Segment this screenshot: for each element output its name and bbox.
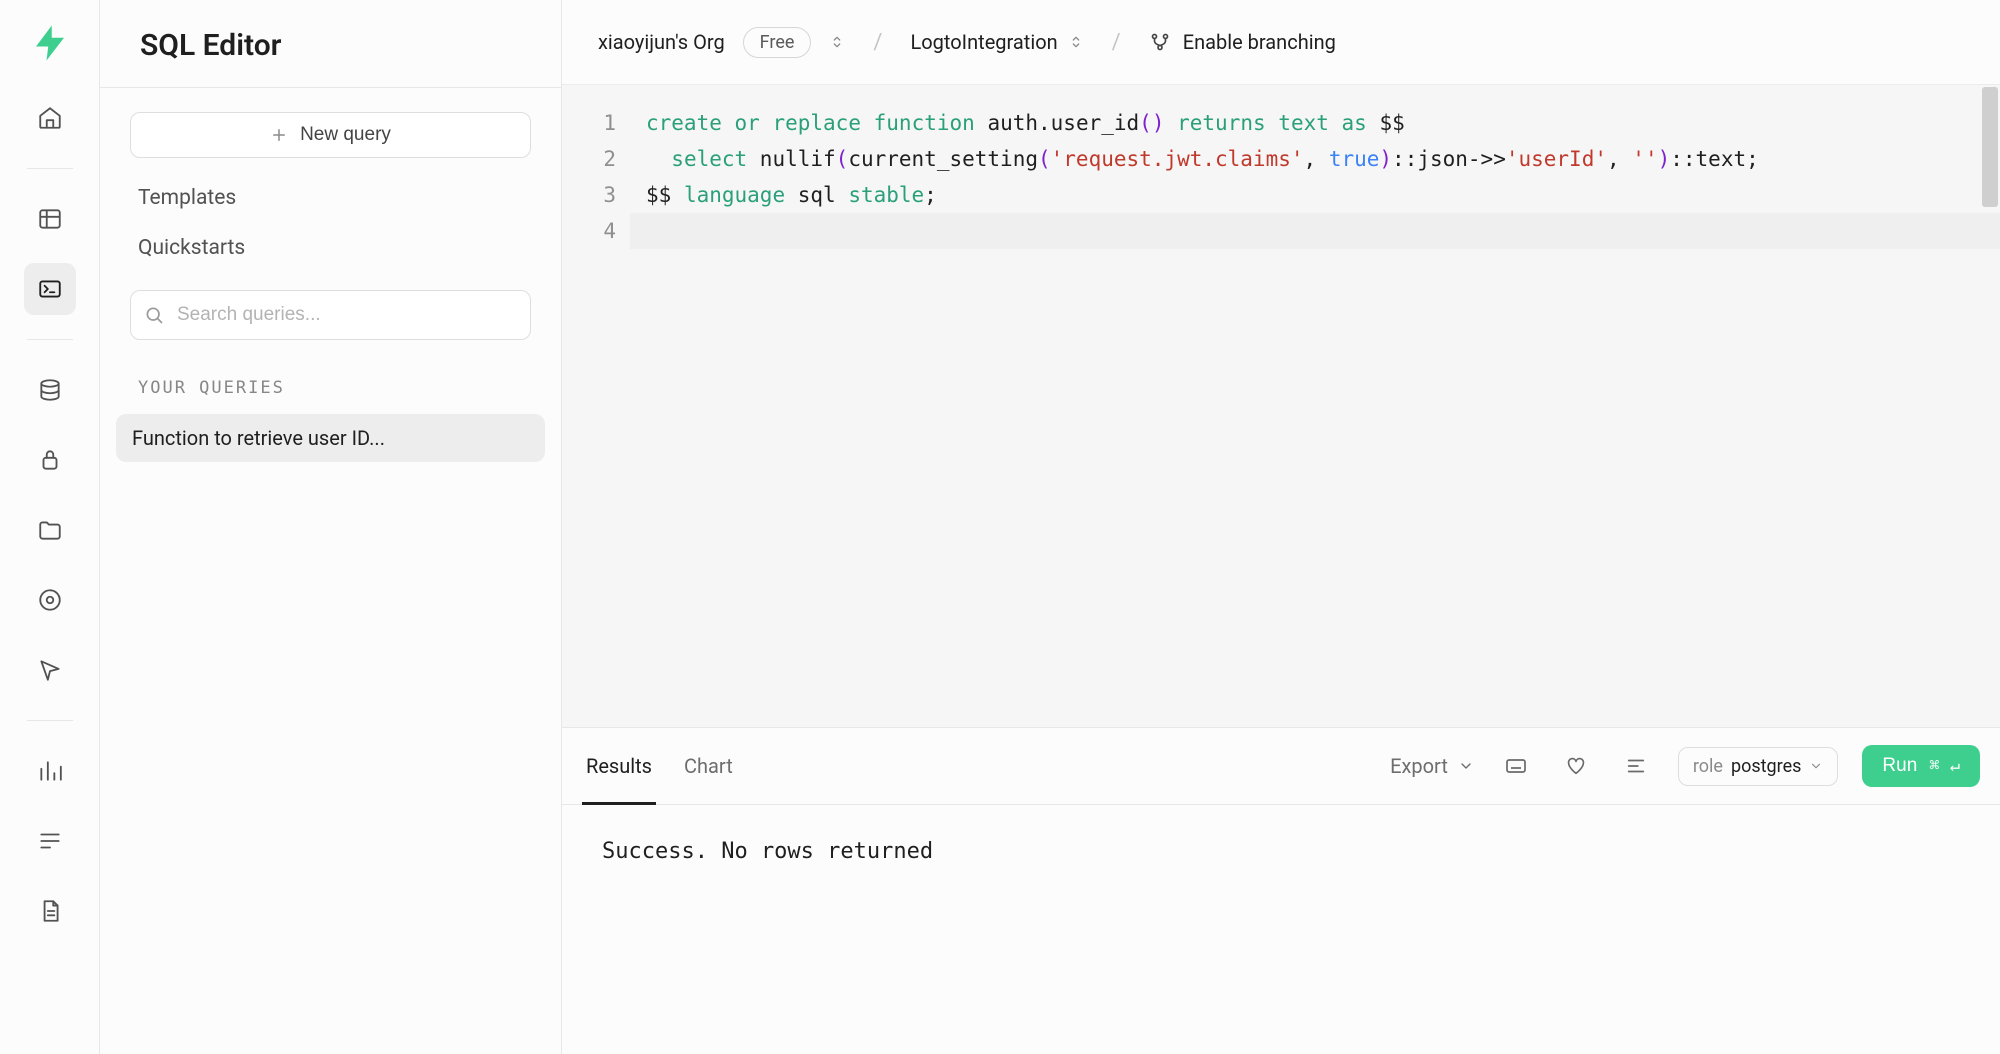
icon-rail: [0, 0, 100, 1054]
chevron-down-icon: [1809, 759, 1823, 773]
branching-label: Enable branching: [1183, 30, 1336, 54]
topbar: xiaoyijun's Org Free / LogtoIntegration …: [562, 0, 2000, 84]
new-query-button[interactable]: New query: [130, 112, 531, 158]
search-queries-input[interactable]: [130, 290, 531, 340]
tab-chart[interactable]: Chart: [680, 728, 737, 804]
run-button[interactable]: Run ⌘ ↵: [1862, 745, 1980, 787]
org-selector[interactable]: xiaoyijun's Org: [598, 30, 725, 54]
nav-realtime[interactable]: [24, 644, 76, 696]
run-kbd-hint: ⌘ ↵: [1929, 756, 1960, 776]
nav-api-docs[interactable]: [24, 885, 76, 937]
nav-sql-editor[interactable]: [24, 263, 76, 315]
code-line: select nullif(current_setting('request.j…: [646, 141, 1976, 177]
saved-query-item[interactable]: Function to retrieve user ID...: [116, 414, 545, 462]
project-selector-chevron-icon: [1068, 32, 1084, 52]
code-editor[interactable]: 1234 create or replace function auth.use…: [562, 84, 2000, 727]
favorite-button[interactable]: [1558, 748, 1594, 784]
org-name: xiaoyijun's Org: [598, 30, 725, 54]
role-value: postgres: [1731, 756, 1801, 777]
heart-icon: [1565, 755, 1587, 777]
line-number: 1: [562, 105, 616, 141]
your-queries-header: YOUR QUERIES: [124, 354, 537, 400]
editor-scrollbar[interactable]: [1982, 87, 1998, 207]
nav-home[interactable]: [24, 92, 76, 144]
branch-icon: [1149, 31, 1171, 53]
nav-logs[interactable]: [24, 815, 76, 867]
page-title: SQL Editor: [100, 0, 561, 88]
chevron-down-icon: [1458, 758, 1474, 774]
code-area[interactable]: create or replace function auth.user_id(…: [630, 85, 2000, 727]
breadcrumb-separator: /: [863, 30, 892, 55]
align-left-icon: [1625, 755, 1647, 777]
nav-auth[interactable]: [24, 434, 76, 486]
keyboard-icon: [1504, 754, 1528, 778]
line-number: 3: [562, 177, 616, 213]
results-message: Success. No rows returned: [602, 839, 933, 864]
keyboard-shortcuts-button[interactable]: [1498, 748, 1534, 784]
export-button[interactable]: Export: [1390, 754, 1474, 778]
code-line: [646, 213, 1976, 249]
main-area: xiaoyijun's Org Free / LogtoIntegration …: [562, 0, 2000, 1054]
project-selector[interactable]: LogtoIntegration: [911, 30, 1084, 54]
new-query-label: New query: [300, 124, 391, 146]
code-line: create or replace function auth.user_id(…: [646, 105, 1976, 141]
line-number-gutter: 1234: [562, 85, 630, 727]
nav-database[interactable]: [24, 364, 76, 416]
format-button[interactable]: [1618, 748, 1654, 784]
run-label: Run: [1882, 755, 1917, 777]
results-output: Success. No rows returned: [562, 805, 2000, 1054]
plan-badge: Free: [743, 27, 812, 58]
breadcrumb-separator: /: [1102, 30, 1131, 55]
org-selector-chevron-icon[interactable]: [829, 32, 845, 52]
nav-table-editor[interactable]: [24, 193, 76, 245]
role-selector[interactable]: role postgres: [1678, 747, 1839, 786]
line-number: 2: [562, 141, 616, 177]
export-label: Export: [1390, 754, 1448, 778]
sidebar-link-quickstarts[interactable]: Quickstarts: [124, 230, 537, 266]
role-prefix: role: [1693, 756, 1723, 777]
plus-icon: [270, 126, 288, 144]
project-name: LogtoIntegration: [911, 30, 1058, 54]
code-line: $$ language sql stable;: [646, 177, 1976, 213]
results-toolbar: Results Chart Export role postgres Run ⌘…: [562, 727, 2000, 805]
sidebar-link-templates[interactable]: Templates: [124, 180, 537, 216]
rail-separator: [27, 168, 73, 169]
rail-separator: [27, 720, 73, 721]
line-number: 4: [562, 213, 616, 249]
tab-results[interactable]: Results: [582, 728, 656, 804]
sidebar-panel: SQL Editor New query Templates Quickstar…: [100, 0, 562, 1054]
enable-branching-button[interactable]: Enable branching: [1149, 30, 1336, 54]
nav-edge-functions[interactable]: [24, 574, 76, 626]
search-icon: [144, 305, 164, 325]
nav-storage[interactable]: [24, 504, 76, 556]
rail-separator: [27, 339, 73, 340]
logo-icon: [29, 22, 71, 64]
nav-reports[interactable]: [24, 745, 76, 797]
